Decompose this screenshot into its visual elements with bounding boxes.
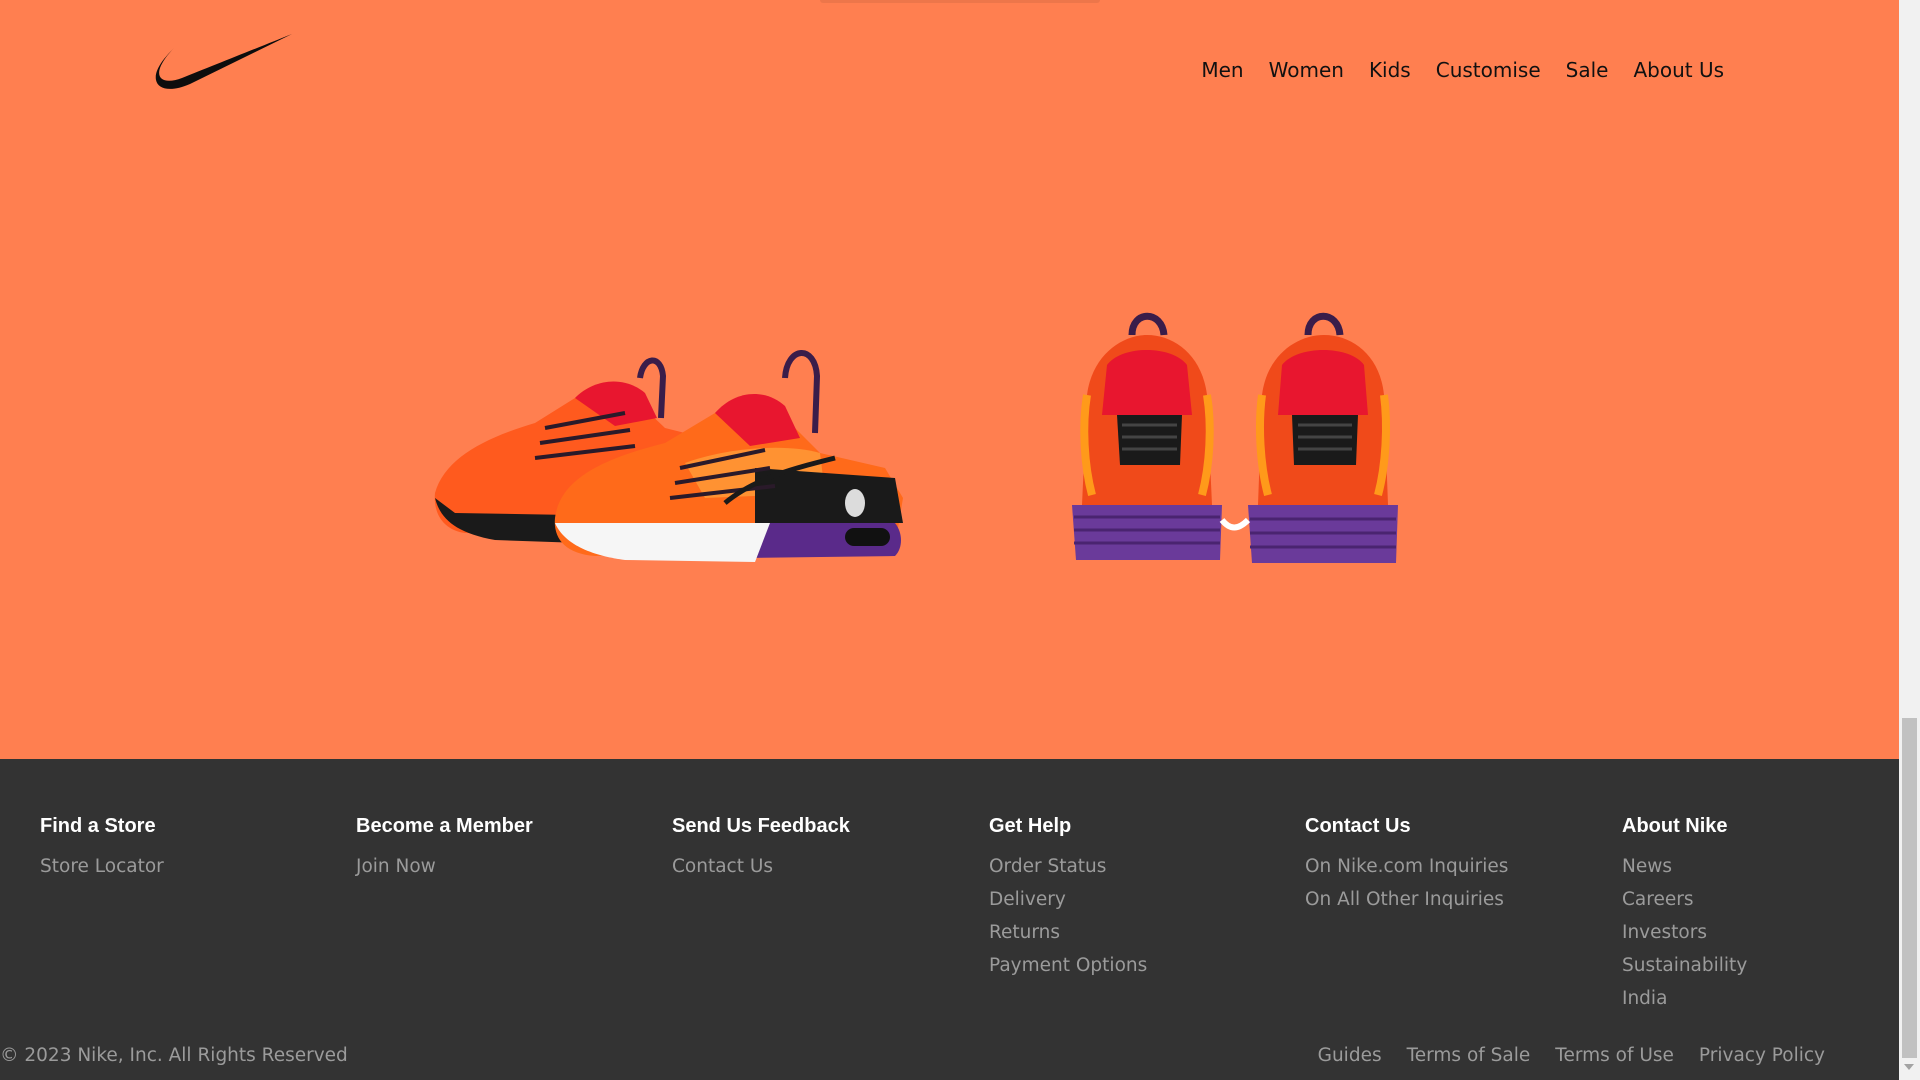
product-image-side-view[interactable] bbox=[425, 318, 915, 568]
footer-link-nike-inquiries[interactable]: On Nike.com Inquiries bbox=[1305, 850, 1605, 883]
nav-sale[interactable]: Sale bbox=[1566, 56, 1609, 84]
shoe-side-view-image bbox=[434, 350, 903, 562]
site-footer: Find a Store Store Locator Become a Memb… bbox=[0, 759, 1899, 1080]
footer-col-contact-us: Contact Us On Nike.com Inquiries On All … bbox=[1305, 812, 1605, 916]
footer-link-other-inquiries[interactable]: On All Other Inquiries bbox=[1305, 883, 1605, 916]
scrollbar-thumb[interactable] bbox=[1902, 718, 1917, 1058]
footer-col-title: Contact Us bbox=[1305, 815, 1411, 837]
footer-col-title: Send Us Feedback bbox=[672, 815, 850, 837]
footer-link-order-status[interactable]: Order Status bbox=[989, 850, 1289, 883]
footer-col-title: Get Help bbox=[989, 815, 1072, 837]
legal-link-guides[interactable]: Guides bbox=[1318, 1042, 1382, 1070]
nav-about-us[interactable]: About Us bbox=[1633, 56, 1724, 84]
legal-links: Guides Terms of Sale Terms of Use Privac… bbox=[1318, 1042, 1825, 1070]
nav-customise[interactable]: Customise bbox=[1436, 56, 1541, 84]
footer-columns: Find a Store Store Locator Become a Memb… bbox=[0, 759, 1899, 1029]
top-shadow-sliver bbox=[820, 0, 1100, 3]
footer-link-india[interactable]: India bbox=[1622, 982, 1920, 1015]
scroll-down-arrow-icon[interactable] bbox=[1904, 1064, 1914, 1070]
footer-link-contact-us[interactable]: Contact Us bbox=[672, 850, 972, 883]
vertical-scrollbar[interactable] bbox=[1899, 0, 1920, 1080]
shoe-back-view-image bbox=[1072, 312, 1398, 563]
legal-link-terms-of-use[interactable]: Terms of Use bbox=[1555, 1042, 1674, 1070]
footer-col-find-store: Find a Store Store Locator bbox=[40, 812, 340, 883]
legal-link-privacy-policy[interactable]: Privacy Policy bbox=[1699, 1042, 1825, 1070]
footer-link-store-locator[interactable]: Store Locator bbox=[40, 850, 340, 883]
footer-link-delivery[interactable]: Delivery bbox=[989, 883, 1289, 916]
footer-link-investors[interactable]: Investors bbox=[1622, 916, 1920, 949]
nike-swoosh-logo[interactable] bbox=[152, 34, 294, 90]
footer-col-become-member: Become a Member Join Now bbox=[356, 812, 656, 883]
footer-link-news[interactable]: News bbox=[1622, 850, 1920, 883]
footer-col-feedback: Send Us Feedback Contact Us bbox=[672, 812, 972, 883]
product-image-back-view[interactable] bbox=[1062, 305, 1398, 567]
copyright-text: © 2023 Nike, Inc. All Rights Reserved bbox=[0, 1045, 348, 1066]
legal-link-terms-of-sale[interactable]: Terms of Sale bbox=[1407, 1042, 1531, 1070]
page: Men Women Kids Customise Sale About Us F… bbox=[0, 0, 1920, 1080]
footer-col-title: Find a Store bbox=[40, 815, 156, 837]
footer-col-get-help: Get Help Order Status Delivery Returns P… bbox=[989, 812, 1289, 982]
hero-section: Men Women Kids Customise Sale About Us bbox=[0, 0, 1899, 759]
footer-col-title: Become a Member bbox=[356, 815, 533, 837]
footer-col-title: About Nike bbox=[1622, 815, 1728, 837]
nav-women[interactable]: Women bbox=[1269, 56, 1344, 84]
footer-link-careers[interactable]: Careers bbox=[1622, 883, 1920, 916]
footer-link-sustainability[interactable]: Sustainability bbox=[1622, 949, 1920, 982]
footer-link-returns[interactable]: Returns bbox=[989, 916, 1289, 949]
main-nav: Men Women Kids Customise Sale About Us bbox=[1201, 56, 1724, 84]
footer-link-join-now[interactable]: Join Now bbox=[356, 850, 656, 883]
footer-link-payment-options[interactable]: Payment Options bbox=[989, 949, 1289, 982]
swoosh-icon bbox=[155, 34, 292, 89]
nav-kids[interactable]: Kids bbox=[1369, 56, 1411, 84]
nav-men[interactable]: Men bbox=[1201, 56, 1243, 84]
footer-col-about-nike: About Nike News Careers Investors Sustai… bbox=[1622, 812, 1920, 1015]
